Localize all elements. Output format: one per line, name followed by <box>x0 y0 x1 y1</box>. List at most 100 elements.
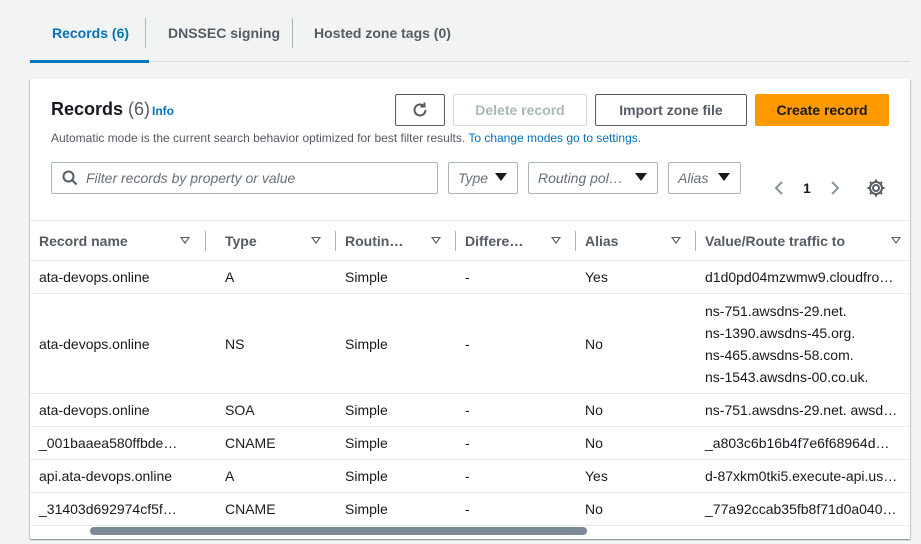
value-line: ns-751.awsdns-29.net. awsd… <box>705 402 898 418</box>
panel-title-text: Records <box>51 99 124 119</box>
value-cell: d-87xkm0tki5.execute-api.us… <box>696 459 910 493</box>
table-row[interactable]: api.ata-devops.online A Simple - Yes d-8… <box>30 459 910 493</box>
sort-icon <box>311 237 321 244</box>
column-header-label: Record name <box>39 233 128 250</box>
value-cell: d1d0pd04mzwmw9.cloudfro… <box>696 260 910 294</box>
record-type-cell: SOA <box>216 393 336 427</box>
value-cell: _a803c6b16b4f7e6f68964d… <box>696 426 910 460</box>
column-header-routing-policy[interactable]: Routin… <box>336 220 456 261</box>
records-count: (6) <box>128 99 151 119</box>
column-divider <box>205 231 206 251</box>
records-table: Record name Type Routin… Differe… Alias … <box>30 220 910 539</box>
differentiator-cell: - <box>456 260 576 294</box>
sort-icon <box>551 237 561 244</box>
refresh-icon <box>413 102 427 117</box>
table-row[interactable]: ata-devops.online SOA Simple - No ns-751… <box>30 393 910 427</box>
alias-cell: Yes <box>576 260 696 294</box>
column-header-type[interactable]: Type <box>216 220 336 261</box>
alias-cell: No <box>576 393 696 427</box>
search-input[interactable] <box>86 170 426 186</box>
chevron-right-icon[interactable] <box>829 180 841 196</box>
tab-divider <box>292 18 293 48</box>
record-name-cell: _001baaea580ffbde… <box>30 426 216 460</box>
search-mode-description: Automatic mode is the current search beh… <box>51 131 641 145</box>
tab-records[interactable]: Records (6) <box>29 0 150 63</box>
alias-cell: No <box>576 492 696 526</box>
settings-link[interactable]: To change modes go to settings. <box>468 131 641 145</box>
gear-icon[interactable] <box>866 178 886 198</box>
value-line: d-87xkm0tki5.execute-api.us… <box>705 468 898 484</box>
column-header-alias[interactable]: Alias <box>576 220 696 261</box>
tab-dnssec-signing[interactable]: DNSSEC signing <box>168 0 280 62</box>
routing-policy-cell: Simple <box>336 426 456 460</box>
record-name-cell: _31403d692974cf5f… <box>30 492 216 526</box>
type-filter-select[interactable]: Type <box>448 162 518 194</box>
column-header-record-name[interactable]: Record name <box>30 220 216 261</box>
table-row[interactable]: ata-devops.online A Simple - Yes d1d0pd0… <box>30 260 910 294</box>
create-record-button[interactable]: Create record <box>755 94 889 126</box>
record-name-cell: api.ata-devops.online <box>30 459 216 493</box>
column-header-label: Routin… <box>345 233 404 250</box>
value-cell: ns-751.awsdns-29.net. awsd… <box>696 393 910 427</box>
record-type-cell: CNAME <box>216 426 336 460</box>
records-panel: Records (6) Info Automatic mode is the c… <box>30 79 910 539</box>
alias-filter-select[interactable]: Alias <box>668 162 741 194</box>
alias-cell: No <box>576 293 696 394</box>
tab-divider <box>145 18 146 48</box>
differentiator-cell: - <box>456 293 576 394</box>
routing-policy-cell: Simple <box>336 393 456 427</box>
value-line: ns-1543.awsdns-00.co.uk. <box>705 368 869 385</box>
delete-record-button[interactable]: Delete record <box>453 94 587 126</box>
search-icon <box>62 170 78 186</box>
import-zone-file-button[interactable]: Import zone file <box>595 94 747 126</box>
record-name-cell: ata-devops.online <box>30 393 216 427</box>
table-header-row: Record name Type Routin… Differe… Alias … <box>30 220 910 261</box>
type-filter-label: Type <box>458 170 489 186</box>
column-header-label: Differe… <box>465 233 524 250</box>
differentiator-cell: - <box>456 426 576 460</box>
table-row[interactable]: ata-devops.online NS Simple - No ns-751.… <box>30 293 910 394</box>
horizontal-scrollbar[interactable] <box>90 527 587 535</box>
value-cell: ns-751.awsdns-29.net. ns-1390.awsdns-45.… <box>696 293 910 394</box>
record-type-cell: NS <box>216 293 336 394</box>
alias-cell: Yes <box>576 459 696 493</box>
routing-policy-filter-label: Routing pol… <box>538 170 623 186</box>
description-text: Automatic mode is the current search beh… <box>51 131 466 145</box>
column-header-label: Type <box>225 233 257 250</box>
record-type-cell: A <box>216 459 336 493</box>
filter-search-box[interactable] <box>51 162 438 194</box>
table-row[interactable]: _001baaea580ffbde… CNAME Simple - No _a8… <box>30 426 910 460</box>
column-header-differentiator[interactable]: Differe… <box>456 220 576 261</box>
caret-down-icon <box>495 173 507 181</box>
value-line: ns-465.awsdns-58.com. <box>705 346 854 363</box>
value-line: ns-1390.awsdns-45.org. <box>705 324 856 341</box>
refresh-button[interactable] <box>395 94 445 126</box>
record-type-cell: A <box>216 260 336 294</box>
routing-policy-cell: Simple <box>336 492 456 526</box>
alias-cell: No <box>576 426 696 460</box>
alias-filter-label: Alias <box>678 170 709 186</box>
routing-policy-cell: Simple <box>336 293 456 394</box>
record-name-cell: ata-devops.online <box>30 260 216 294</box>
value-line: ns-751.awsdns-29.net. <box>705 302 847 319</box>
table-row[interactable]: _31403d692974cf5f… CNAME Simple - No _77… <box>30 492 910 526</box>
record-name-cell: ata-devops.online <box>30 293 216 394</box>
routing-policy-cell: Simple <box>336 260 456 294</box>
chevron-left-icon[interactable] <box>773 180 785 196</box>
routing-policy-filter-select[interactable]: Routing pol… <box>528 162 658 194</box>
info-link[interactable]: Info <box>152 104 174 118</box>
record-type-cell: CNAME <box>216 492 336 526</box>
value-line: _a803c6b16b4f7e6f68964d… <box>705 435 890 451</box>
sort-icon <box>891 237 901 244</box>
current-page-number[interactable]: 1 <box>803 180 811 196</box>
column-header-label: Value/Route traffic to <box>705 233 846 250</box>
sort-icon <box>431 237 441 244</box>
column-header-value[interactable]: Value/Route traffic to <box>696 220 910 261</box>
panel-title: Records (6) <box>51 99 150 120</box>
differentiator-cell: - <box>456 459 576 493</box>
routing-policy-cell: Simple <box>336 459 456 493</box>
tab-hosted-zone-tags[interactable]: Hosted zone tags (0) <box>314 0 451 62</box>
value-line: d1d0pd04mzwmw9.cloudfro… <box>705 269 894 285</box>
sort-icon <box>180 237 190 244</box>
caret-down-icon <box>718 173 730 181</box>
